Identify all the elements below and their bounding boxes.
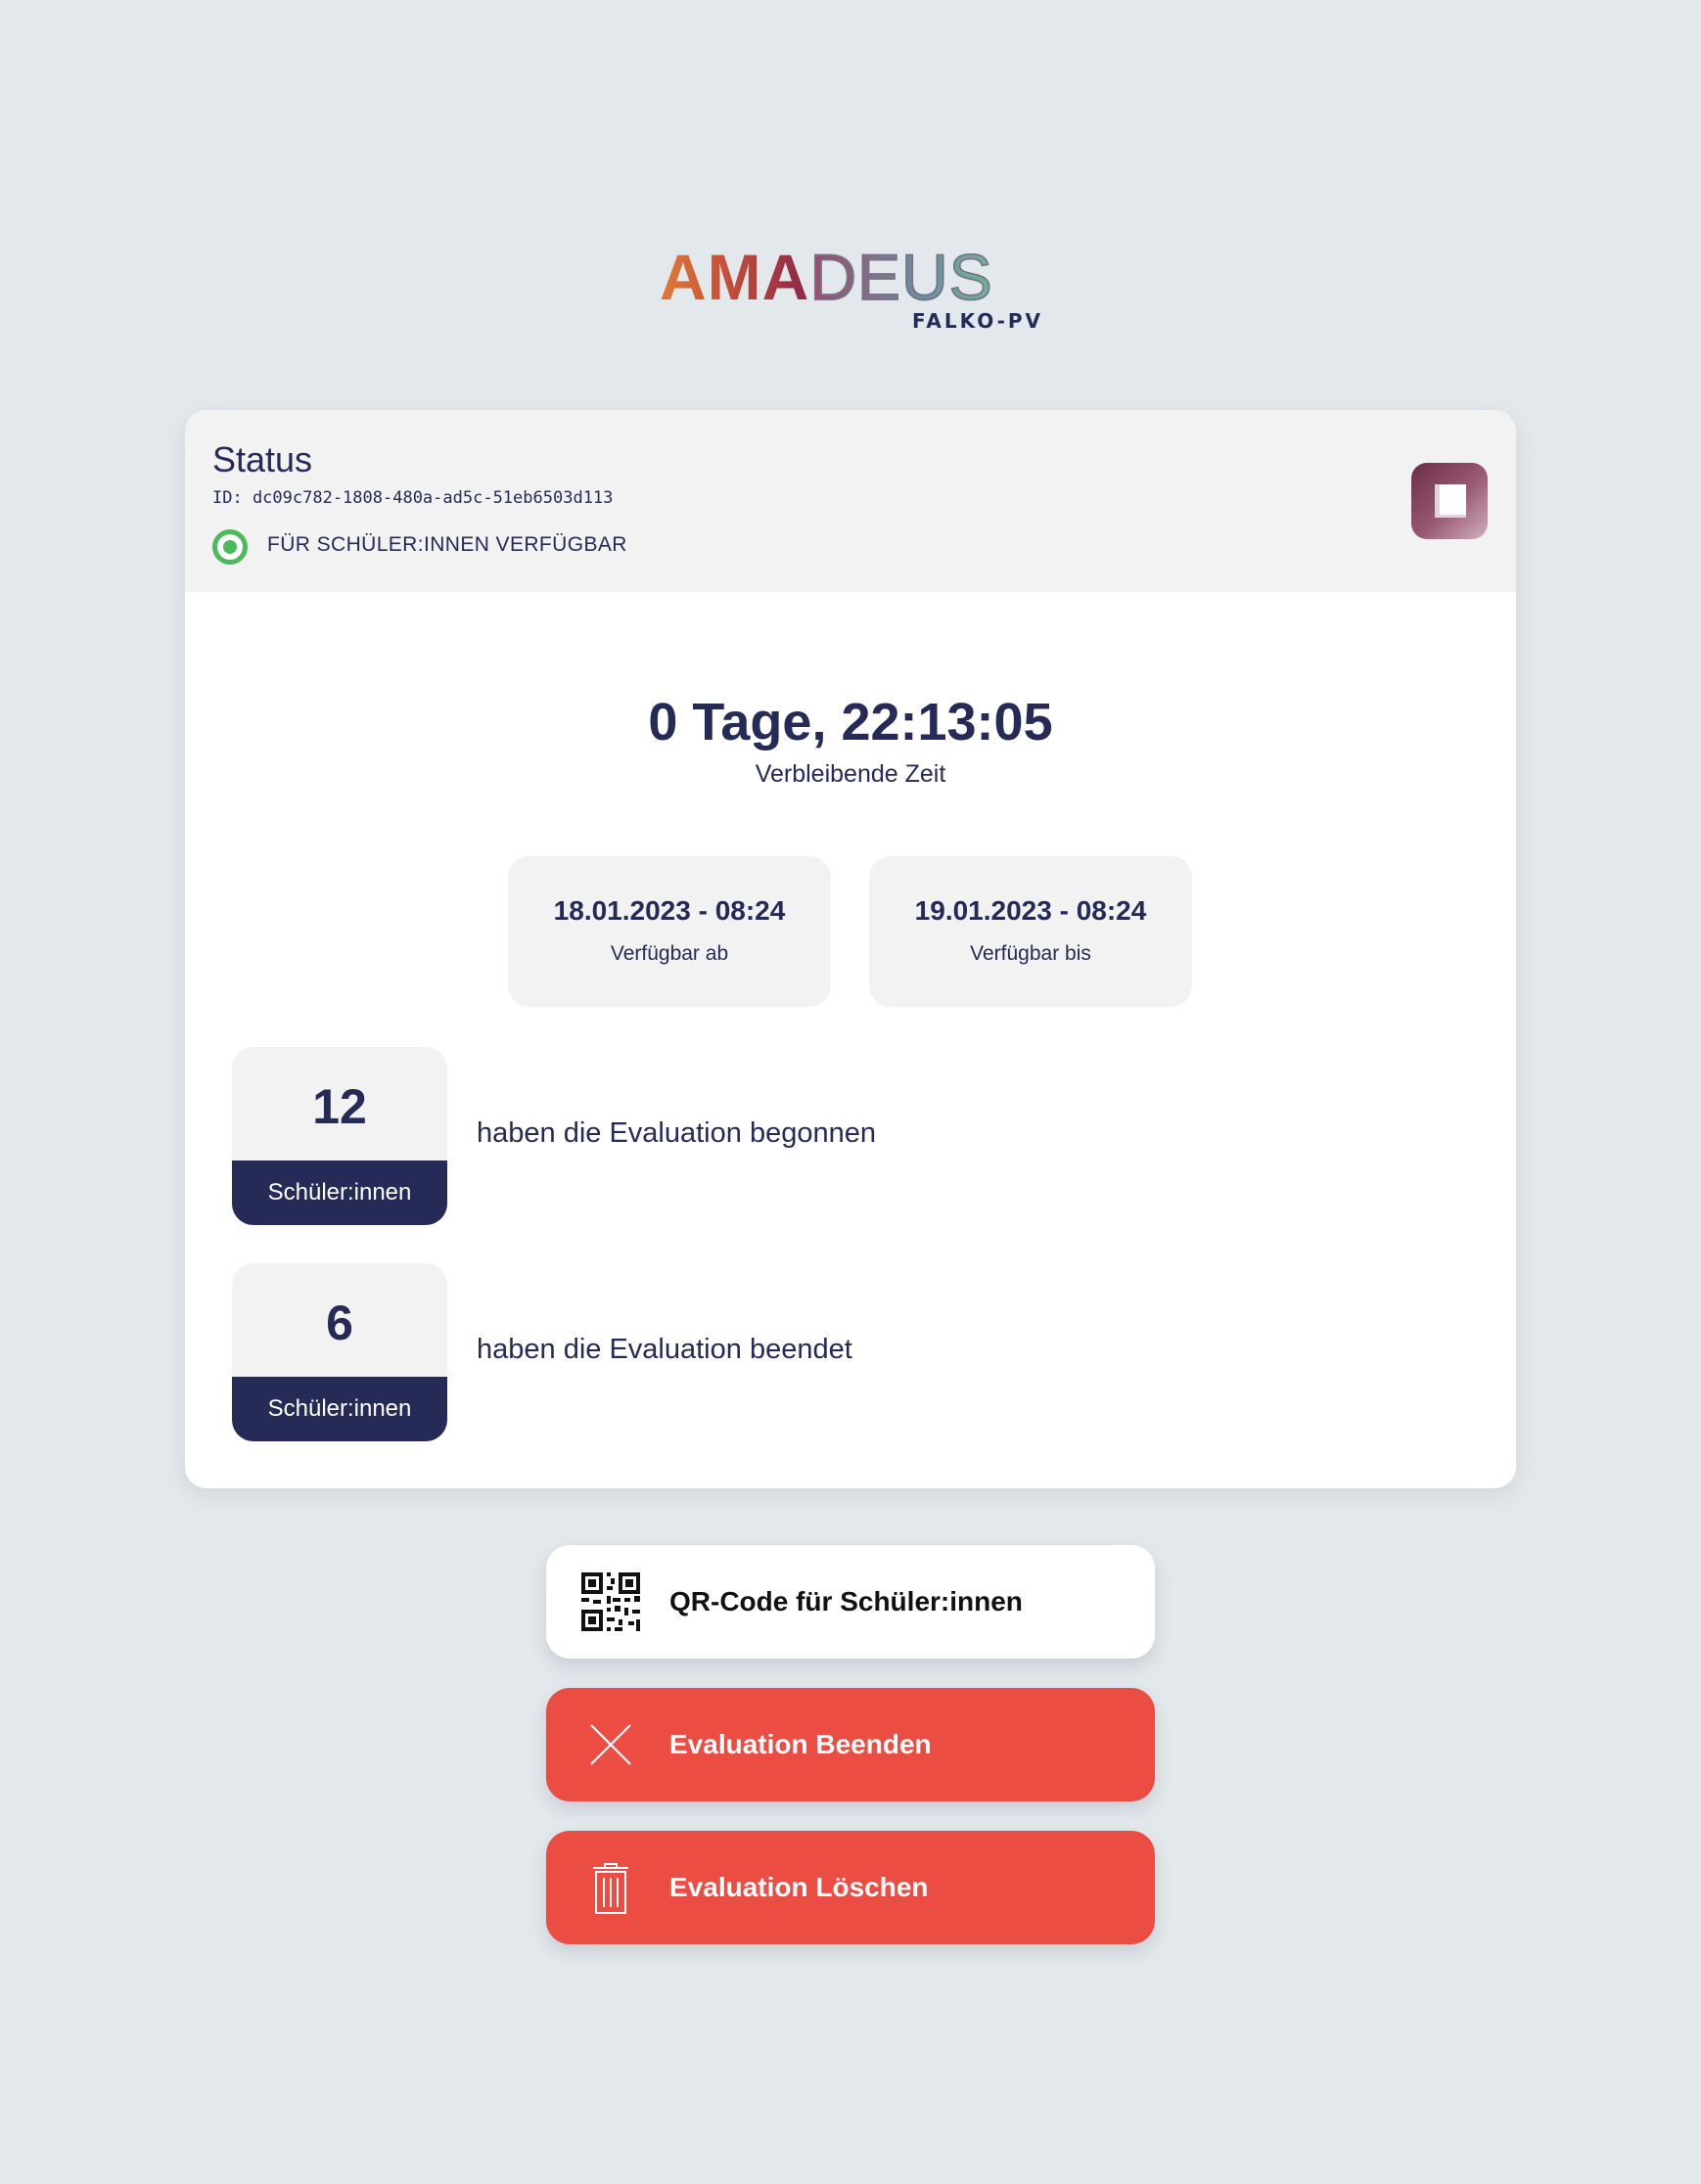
remaining-time: 0 Tage, 22:13:05 [648,693,1053,751]
end-evaluation-button[interactable]: Evaluation Beenden [546,1688,1155,1801]
qr-code-icon [581,1572,640,1631]
stop-icon [1435,484,1466,518]
availability-status: FÜR SCHÜLER:INNEN VERFÜGBAR [267,533,627,556]
started-description: haben die Evaluation begonnen [477,1117,876,1149]
finished-description: haben die Evaluation beendet [477,1334,852,1365]
finished-count-unit: Schüler:innen [232,1377,447,1441]
qr-code-button-label: QR-Code für Schüler:innen [669,1586,1023,1616]
trash-icon [593,1863,628,1914]
status-header: Status ID: dc09c782-1808-480a-ad5c-51eb6… [185,410,1516,592]
evaluation-id: ID: dc09c782-1808-480a-ad5c-51eb6503d113 [212,488,614,508]
logo-subtitle: FALKO-PV [912,309,1043,333]
end-evaluation-button-label: Evaluation Beenden [669,1729,932,1759]
status-title: Status [212,439,313,479]
logo-wordmark: AMADEUS [660,244,993,310]
logo-word-thin: DEUS [809,241,993,313]
available-until-label: Verfügbar bis [970,942,1091,965]
evaluation-status-card: Status ID: dc09c782-1808-480a-ad5c-51eb6… [185,410,1516,1488]
close-icon [590,1724,631,1765]
available-until-box: 19.01.2023 - 08:24 Verfügbar bis [869,856,1192,1007]
available-until-value: 19.01.2023 - 08:24 [914,895,1147,926]
status-indicator-icon [212,529,248,565]
delete-evaluation-button[interactable]: Evaluation Löschen [546,1831,1155,1944]
remaining-time-label: Verbleibende Zeit [755,760,946,788]
logo-word-bold: AMA [660,241,810,313]
available-from-box: 18.01.2023 - 08:24 Verfügbar ab [508,856,831,1007]
delete-evaluation-button-label: Evaluation Löschen [669,1872,929,1902]
started-count: 12 [312,1079,367,1134]
finished-count: 6 [326,1296,353,1350]
available-from-label: Verfügbar ab [610,942,729,965]
amadeus-logo: AMADEUS FALKO-PV [660,244,1043,333]
started-count-unit: Schüler:innen [232,1160,447,1225]
available-from-value: 18.01.2023 - 08:24 [553,895,786,926]
qr-code-button[interactable]: QR-Code für Schüler:innen [546,1545,1155,1659]
started-count-box: 12 Schüler:innen [232,1047,447,1225]
finished-count-box: 6 Schüler:innen [232,1263,447,1441]
stop-button[interactable] [1411,463,1488,539]
